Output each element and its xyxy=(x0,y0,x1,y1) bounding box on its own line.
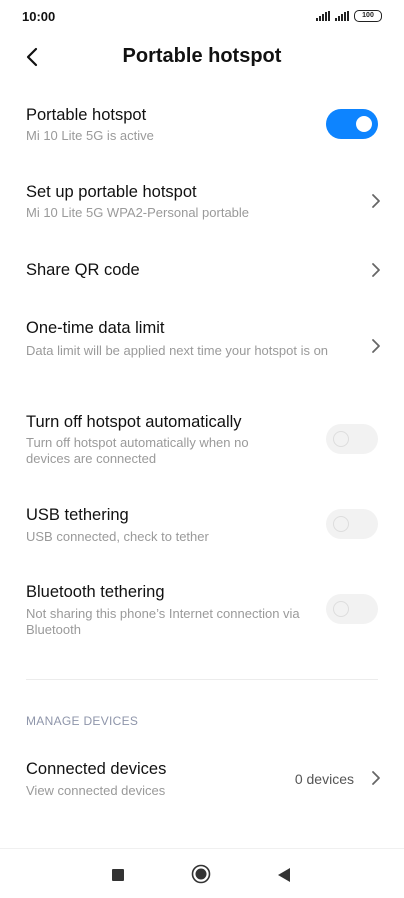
row-subtitle: View connected devices xyxy=(26,783,166,798)
share-qr-code-row[interactable]: Share QR code xyxy=(0,252,404,292)
portable-hotspot-row[interactable]: Portable hotspot Mi 10 Lite 5G is active xyxy=(0,100,404,156)
manage-devices-header: MANAGE DEVICES xyxy=(26,714,139,728)
usb-tethering-toggle[interactable] xyxy=(326,509,378,539)
page-title: Portable hotspot xyxy=(122,45,282,67)
connected-devices-row[interactable]: Connected devices View connected devices… xyxy=(0,754,404,810)
row-subtitle: Mi 10 Lite 5G WPA2-Personal portable xyxy=(26,205,250,220)
signal-icon xyxy=(316,11,330,21)
status-icons: 100 xyxy=(316,10,382,22)
bluetooth-tethering-toggle[interactable] xyxy=(326,594,378,624)
status-time: 10:00 xyxy=(22,9,56,24)
toggle-knob xyxy=(356,116,372,132)
signal-icon xyxy=(335,11,349,21)
setup-hotspot-row[interactable]: Set up portable hotspot Mi 10 Lite 5G WP… xyxy=(0,177,404,233)
row-title: Turn off hotspot automatically xyxy=(26,413,242,431)
row-title: Connected devices xyxy=(26,760,167,778)
auto-off-row[interactable]: Turn off hotspot automatically Turn off … xyxy=(0,407,404,471)
row-subtitle: Data limit will be applied next time you… xyxy=(26,343,329,358)
navigation-bar xyxy=(0,848,404,898)
row-title: USB tethering xyxy=(26,506,129,524)
section-divider xyxy=(26,679,378,680)
portable-hotspot-toggle[interactable] xyxy=(326,109,378,139)
data-limit-row[interactable]: One-time data limit Data limit will be a… xyxy=(0,313,404,377)
battery-icon: 100 xyxy=(354,10,382,22)
row-subtitle: Not sharing this phone’s Internet connec… xyxy=(26,606,300,637)
chevron-right-icon xyxy=(372,263,380,277)
status-bar: 10:00 100 xyxy=(0,0,404,32)
row-subtitle: Mi 10 Lite 5G is active xyxy=(26,128,154,143)
nav-back-icon[interactable] xyxy=(277,867,291,883)
toggle-knob xyxy=(333,601,349,617)
connected-devices-count: 0 devices xyxy=(294,771,354,787)
recent-apps-icon[interactable] xyxy=(112,869,124,881)
row-subtitle: USB connected, check to tether xyxy=(26,529,209,544)
toggle-knob xyxy=(333,431,349,447)
home-icon[interactable] xyxy=(191,864,211,884)
row-title: One-time data limit xyxy=(26,319,165,337)
row-subtitle: Turn off hotspot automatically when no d… xyxy=(26,435,249,466)
header: Portable hotspot xyxy=(0,36,404,76)
chevron-right-icon xyxy=(372,339,380,353)
usb-tethering-row[interactable]: USB tethering USB connected, check to te… xyxy=(0,500,404,548)
row-title: Set up portable hotspot xyxy=(26,183,197,201)
bluetooth-tethering-row[interactable]: Bluetooth tethering Not sharing this pho… xyxy=(0,577,404,641)
chevron-right-icon xyxy=(372,771,380,785)
chevron-right-icon xyxy=(372,194,380,208)
auto-off-toggle[interactable] xyxy=(326,424,378,454)
row-title: Share QR code xyxy=(26,261,140,279)
toggle-knob xyxy=(333,516,349,532)
row-title: Bluetooth tethering xyxy=(26,583,165,601)
row-title: Portable hotspot xyxy=(26,106,147,124)
